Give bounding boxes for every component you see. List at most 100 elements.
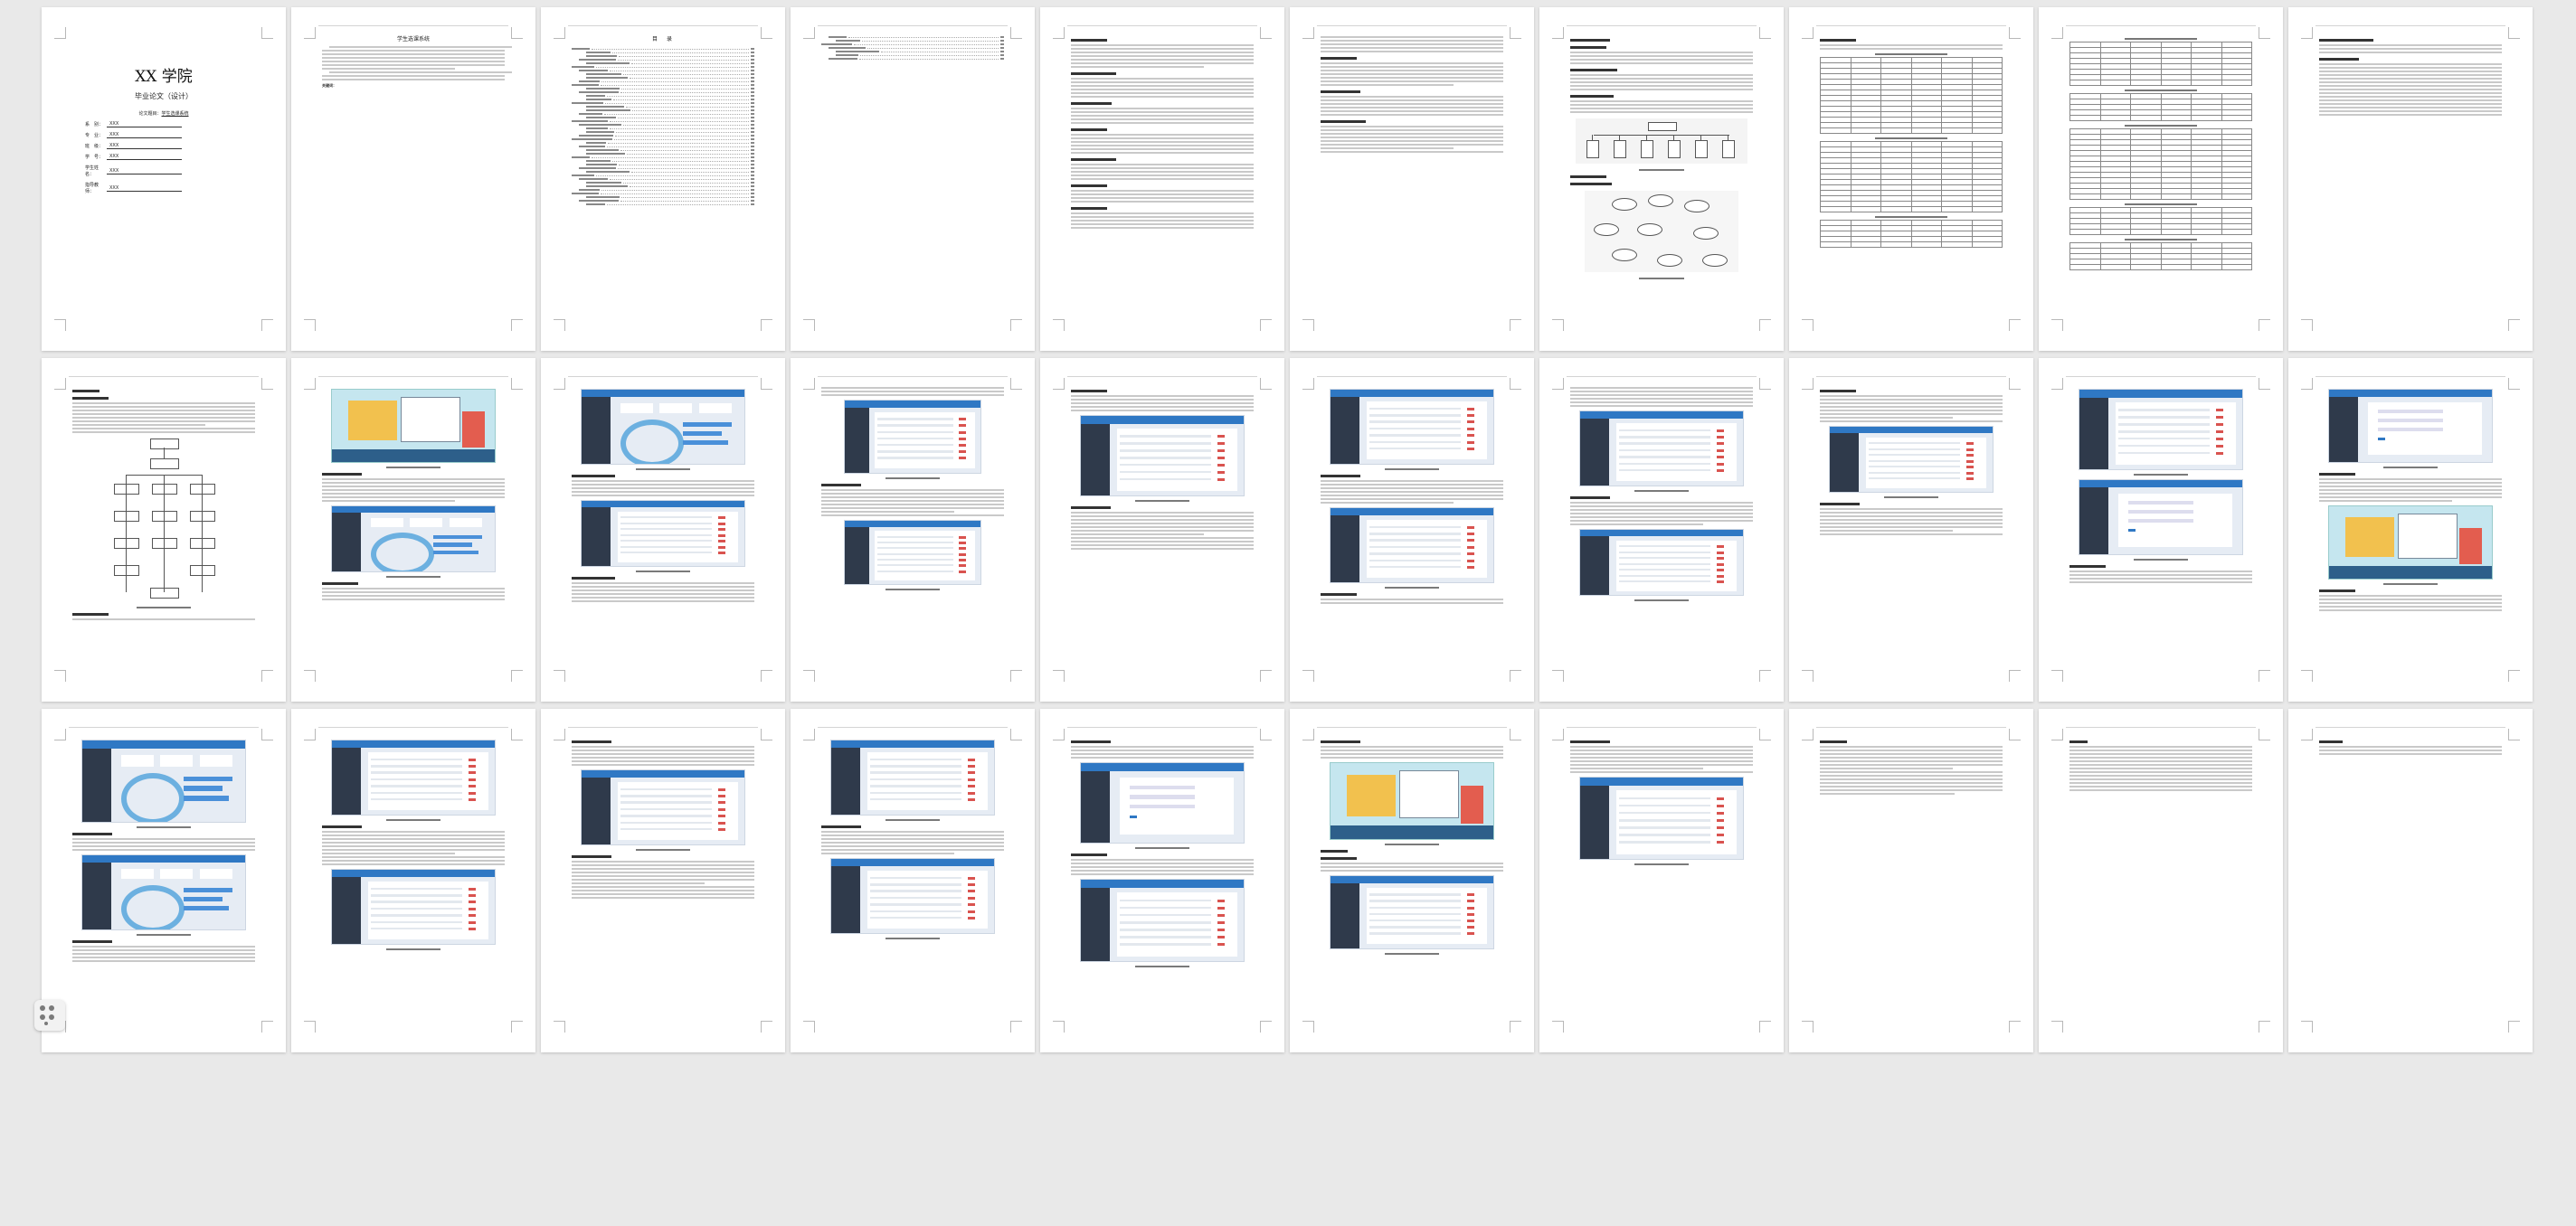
toc-entry[interactable] [829, 58, 1004, 60]
cover-page-thumbnail[interactable]: XX 学院 毕业论文（设计） 论文题目：学生选课系统系 别： XXX 专 业： XXX 班 … [42, 7, 286, 351]
toc-entry[interactable] [579, 80, 754, 82]
page-thumbnail[interactable] [1789, 709, 2033, 1052]
page-thumbnail[interactable] [1040, 7, 1284, 351]
section-heading [1321, 593, 1357, 596]
toc-entry[interactable] [586, 55, 754, 57]
toc-entry[interactable] [572, 193, 754, 194]
page-thumbnail[interactable] [541, 358, 785, 702]
toc-entry[interactable] [579, 113, 754, 115]
toc-entry[interactable] [586, 171, 754, 173]
toc-entry[interactable] [579, 189, 754, 191]
toc-entry[interactable] [572, 84, 754, 86]
toc-entry[interactable] [836, 51, 1004, 52]
toc-entry[interactable] [586, 149, 754, 151]
page-thumbnail[interactable] [1539, 358, 1784, 702]
toc-entry[interactable] [586, 164, 754, 165]
toc-entry[interactable] [572, 174, 754, 176]
page-thumbnail[interactable]: 目 录 [541, 7, 785, 351]
toc-entry[interactable] [586, 99, 754, 100]
ui-screenshot-figure [830, 740, 995, 816]
text-line [1570, 391, 1753, 392]
toc-entry[interactable] [586, 203, 754, 205]
text-line [1820, 793, 1956, 795]
toc-entry[interactable] [572, 156, 754, 158]
figure-caption [1384, 468, 1440, 470]
toc-entry[interactable] [586, 131, 754, 133]
page-thumbnail[interactable] [42, 709, 286, 1052]
toc-entry[interactable] [579, 146, 754, 147]
toc-entry[interactable] [586, 127, 754, 129]
data-table [2069, 90, 2252, 121]
toc-entry[interactable] [586, 88, 754, 90]
page-thumbnail[interactable] [1789, 358, 2033, 702]
toc-entry[interactable] [586, 160, 754, 162]
toc-entry[interactable] [586, 153, 754, 155]
toc-entry[interactable] [579, 167, 754, 169]
toc-entry[interactable] [586, 62, 754, 64]
toc-entry[interactable] [572, 48, 754, 50]
toc-entry[interactable] [579, 178, 754, 180]
toc-entry[interactable] [829, 47, 1004, 49]
toc-entry[interactable] [821, 43, 1004, 45]
toc-entry[interactable] [586, 182, 754, 184]
toc-entry[interactable] [579, 59, 754, 61]
page-thumbnail[interactable] [2288, 7, 2533, 351]
page-thumbnail[interactable] [2039, 709, 2283, 1052]
page-thumbnail[interactable] [2288, 709, 2533, 1052]
toc-entry[interactable] [579, 135, 754, 137]
toc-entry[interactable] [572, 102, 754, 104]
page-thumbnail[interactable] [1290, 358, 1534, 702]
page-thumbnail[interactable] [1789, 7, 2033, 351]
text-line [1570, 52, 1753, 53]
page-thumbnail[interactable] [1040, 358, 1284, 702]
toc-entry[interactable] [572, 138, 754, 140]
page-thumbnail[interactable] [291, 358, 535, 702]
page-thumbnail[interactable] [541, 709, 785, 1052]
toc-entry[interactable] [586, 73, 754, 75]
text-line [1071, 118, 1254, 120]
page-thumbnail[interactable] [1040, 709, 1284, 1052]
page-thumbnail[interactable] [2288, 358, 2533, 702]
toc-entry[interactable] [586, 52, 754, 53]
thumbnail-view-button[interactable] [34, 1000, 65, 1031]
page-thumbnail[interactable] [1539, 709, 1784, 1052]
toc-entry[interactable] [829, 36, 1004, 38]
toc-entry[interactable] [586, 142, 754, 144]
text-line [2319, 595, 2502, 597]
toc-entry[interactable] [586, 95, 754, 97]
figure-caption [2133, 559, 2189, 561]
page-thumbnail[interactable] [2039, 358, 2283, 702]
toc-entry[interactable] [579, 200, 754, 202]
page-thumbnail[interactable] [791, 358, 1035, 702]
page-header [568, 718, 758, 728]
toc-entry[interactable] [586, 77, 754, 79]
toc-entry[interactable] [586, 117, 754, 118]
toc-entry[interactable] [579, 91, 754, 93]
page-thumbnail[interactable] [42, 358, 286, 702]
page-thumbnail[interactable] [1539, 7, 1784, 351]
text-line [1071, 108, 1254, 109]
toc-entry[interactable] [586, 109, 754, 111]
toc-entry[interactable] [586, 185, 754, 187]
toc-entry[interactable] [579, 124, 754, 126]
page-thumbnail[interactable]: 学生选课系统 关键词： [291, 7, 535, 351]
page-thumbnail[interactable] [791, 709, 1035, 1052]
text-line [1071, 152, 1254, 154]
text-line [1820, 399, 2003, 401]
toc-entry[interactable] [586, 196, 754, 198]
toc-entry[interactable] [572, 66, 754, 68]
text-line [1071, 866, 1254, 868]
page-thumbnail[interactable] [291, 709, 535, 1052]
toc-entry[interactable] [836, 54, 1004, 56]
text-line [1071, 178, 1254, 180]
page-thumbnail[interactable] [1290, 7, 1534, 351]
toc-entry[interactable] [586, 106, 754, 108]
page-thumbnail[interactable] [2039, 7, 2283, 351]
toc-entry[interactable] [836, 40, 1004, 42]
toc-entry[interactable] [572, 120, 754, 122]
toc-entry[interactable] [579, 70, 754, 71]
text-line [1321, 147, 1454, 149]
page-thumbnail[interactable] [791, 7, 1035, 351]
ui-screenshot-figure [1829, 426, 1994, 493]
page-thumbnail[interactable] [1290, 709, 1534, 1052]
